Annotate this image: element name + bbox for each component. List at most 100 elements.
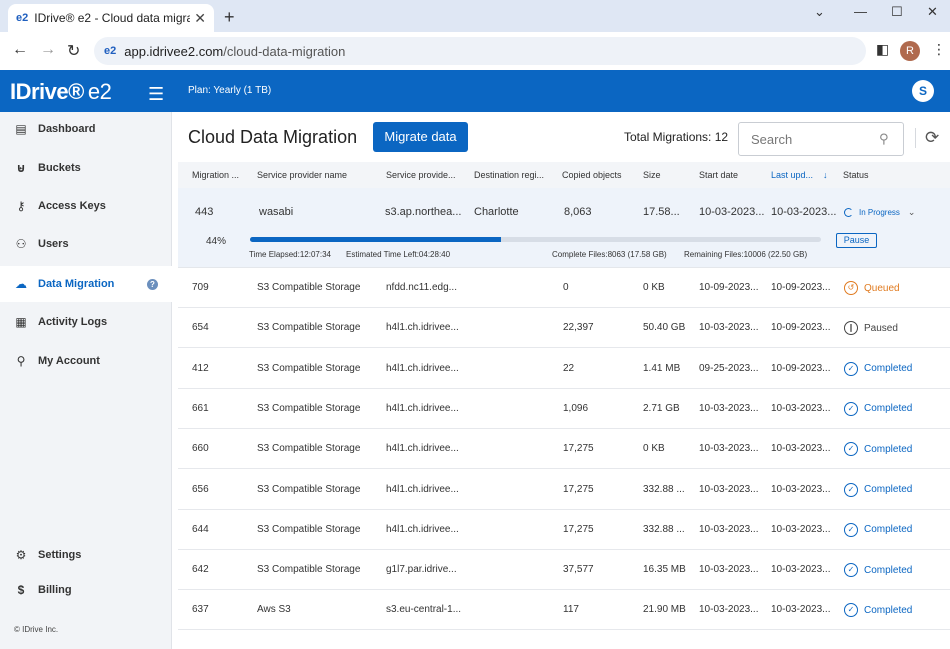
sidebar-toggle-icon[interactable]: ◧: [876, 41, 889, 58]
cell-size: 332.88 ...: [643, 483, 685, 495]
profile-avatar[interactable]: R: [900, 41, 920, 61]
table-row[interactable]: 644 S3 Compatible Storage h4l1.ch.idrivee.…: [178, 509, 950, 550]
chevron-down-icon[interactable]: ⌄: [814, 4, 825, 20]
check-circle-icon: ✓: [844, 603, 858, 618]
cell-provider: S3 Compatible Storage: [257, 322, 361, 334]
progress-bar-fill: [250, 237, 502, 242]
logo[interactable]: IDrive® e2: [10, 79, 112, 105]
pause-circle-icon: ∥: [844, 321, 858, 336]
copyright: © IDrive Inc.: [14, 625, 59, 634]
sidebar-item-access-keys[interactable]: ⚷ Access Keys: [0, 189, 172, 223]
table-row[interactable]: 642 S3 Compatible Storage g1l7.par.idrive.…: [178, 550, 950, 591]
check-circle-icon: ✓: [844, 482, 858, 497]
migrate-data-button[interactable]: Migrate data: [373, 122, 468, 152]
browser-tab[interactable]: e2 IDrive® e2 - Cloud data migratio ✕: [8, 4, 214, 32]
cell-size: 0 KB: [643, 282, 665, 293]
table-row[interactable]: 637 Aws S3 s3.eu-central-1... 117 21.90 MB 10…: [178, 590, 950, 631]
cell-id: 654: [192, 322, 209, 334]
sidebar-item-dashboard[interactable]: ▤ Dashboard: [0, 112, 172, 146]
menu-dots-icon[interactable]: ⋮: [932, 41, 946, 58]
sidebar-item-activity-logs[interactable]: ▦ Activity Logs: [0, 305, 172, 339]
back-icon[interactable]: ←: [12, 41, 28, 59]
chevron-down-icon[interactable]: ⌄: [908, 207, 916, 218]
cell-start: 09-25-2023...: [699, 362, 759, 374]
sidebar-item-label: Dashboard: [38, 123, 96, 135]
status-badge: In Progress ⌄: [844, 207, 915, 218]
table-row[interactable]: 656 S3 Compatible Storage h4l1.ch.idrivee.…: [178, 469, 950, 510]
sidebar-item-billing[interactable]: $ Billing: [0, 573, 172, 607]
window-close-icon[interactable]: ✕: [927, 4, 938, 20]
reload-icon[interactable]: ↻: [67, 41, 80, 61]
col-size[interactable]: Size: [643, 170, 661, 180]
cell-updated: 10-03-2023...: [771, 564, 831, 576]
time-elapsed: Time Elapsed:12:07:34: [249, 250, 331, 259]
col-copied-objects[interactable]: Copied objects: [562, 170, 622, 180]
cloud-migration-icon: ☁: [15, 277, 27, 291]
sort-arrow-down-icon[interactable]: ↓: [823, 170, 828, 180]
cell-updated: 10-09-2023...: [771, 282, 831, 293]
close-icon[interactable]: ✕: [194, 10, 206, 27]
cell-start: 10-03-2023...: [699, 483, 759, 495]
check-circle-icon: ✓: [844, 563, 858, 578]
status-label: Paused: [864, 322, 898, 334]
cell-start: 10-03-2023...: [699, 523, 759, 535]
help-icon[interactable]: ?: [147, 278, 158, 290]
new-tab-icon[interactable]: +: [224, 7, 235, 28]
col-start-date[interactable]: Start date: [699, 170, 738, 180]
cell-size: 332.88 ...: [643, 523, 685, 535]
forward-icon[interactable]: →: [40, 41, 56, 59]
bucket-icon: ⊌: [16, 161, 26, 175]
cell-endpoint: h4l1.ch.idrivee...: [386, 402, 459, 414]
table-row[interactable]: 709 S3 Compatible Storage nfdd.nc11.edg...…: [178, 268, 950, 308]
sidebar-item-my-account[interactable]: ⚲ My Account: [0, 344, 172, 378]
col-status[interactable]: Status: [843, 170, 869, 180]
address-bar[interactable]: e2 app.idrivee2.com/cloud-data-migration: [94, 37, 866, 65]
sidebar-item-label: My Account: [38, 355, 100, 367]
status-label: In Progress: [859, 208, 900, 217]
col-provider-endpoint[interactable]: Service provide...: [386, 170, 456, 180]
cell-updated: 10-03-2023...: [771, 523, 831, 535]
cell-id: 660: [192, 443, 209, 455]
users-icon: ⚇: [15, 237, 27, 251]
sidebar-item-data-migration[interactable]: ☁ Data Migration ?: [0, 266, 172, 302]
divider: [915, 128, 916, 148]
pause-button[interactable]: Pause: [836, 233, 877, 248]
col-migration-id[interactable]: Migration ...: [192, 170, 239, 180]
minimize-icon[interactable]: —: [854, 4, 867, 19]
cell-start: 10-03-2023...: [699, 564, 759, 576]
status-label: Completed: [864, 403, 913, 415]
col-provider-name[interactable]: Service provider name: [257, 170, 347, 180]
sidebar-item-users[interactable]: ⚇ Users: [0, 227, 172, 261]
browser-chrome: e2 IDrive® e2 - Cloud data migratio ✕ + …: [0, 0, 950, 70]
sidebar-item-label: Data Migration: [38, 278, 115, 290]
maximize-icon[interactable]: ☐: [891, 4, 903, 20]
dashboard-icon: ▤: [15, 122, 27, 136]
cell-copied: 0: [563, 282, 569, 293]
check-circle-icon: ✓: [844, 401, 858, 416]
status-badge: ✓ Completed: [844, 361, 912, 376]
progress-percent: 44%: [206, 236, 227, 247]
cell-updated: 10-09-2023...: [771, 322, 831, 334]
table-row[interactable]: 660 S3 Compatible Storage h4l1.ch.idrivee.…: [178, 429, 950, 470]
table-row[interactable]: 654 S3 Compatible Storage h4l1.ch.idrivee.…: [178, 308, 950, 349]
col-last-updated[interactable]: Last upd...: [771, 170, 813, 180]
col-destination-region[interactable]: Destination regi...: [474, 170, 544, 180]
status-label: Completed: [864, 443, 913, 455]
sidebar-item-label: Activity Logs: [38, 316, 108, 328]
search-input[interactable]: Search ⚲: [738, 122, 904, 156]
search-icon[interactable]: ⚲: [879, 131, 903, 147]
table-row[interactable]: 661 S3 Compatible Storage h4l1.ch.idrivee.…: [178, 388, 950, 429]
status-badge: ↺ Queued: [844, 281, 900, 295]
status-badge: ✓ Completed: [844, 442, 913, 457]
progress-bar: [250, 237, 821, 242]
refresh-icon[interactable]: ⟳: [925, 128, 939, 148]
sidebar-item-buckets[interactable]: ⊌ Buckets: [0, 151, 172, 185]
hamburger-menu-icon[interactable]: ☰: [148, 84, 164, 105]
cell-size: 1.41 MB: [643, 362, 681, 374]
cell-endpoint: nfdd.nc11.edg...: [386, 282, 457, 293]
cell-updated: 10-03-2023...: [771, 483, 831, 495]
table-row[interactable]: 412 S3 Compatible Storage h4l1.ch.idrivee.…: [178, 348, 950, 389]
user-avatar[interactable]: S: [912, 80, 934, 102]
cell-endpoint: g1l7.par.idrive...: [386, 564, 457, 576]
sidebar-item-settings[interactable]: ⚙ Settings: [0, 538, 172, 572]
